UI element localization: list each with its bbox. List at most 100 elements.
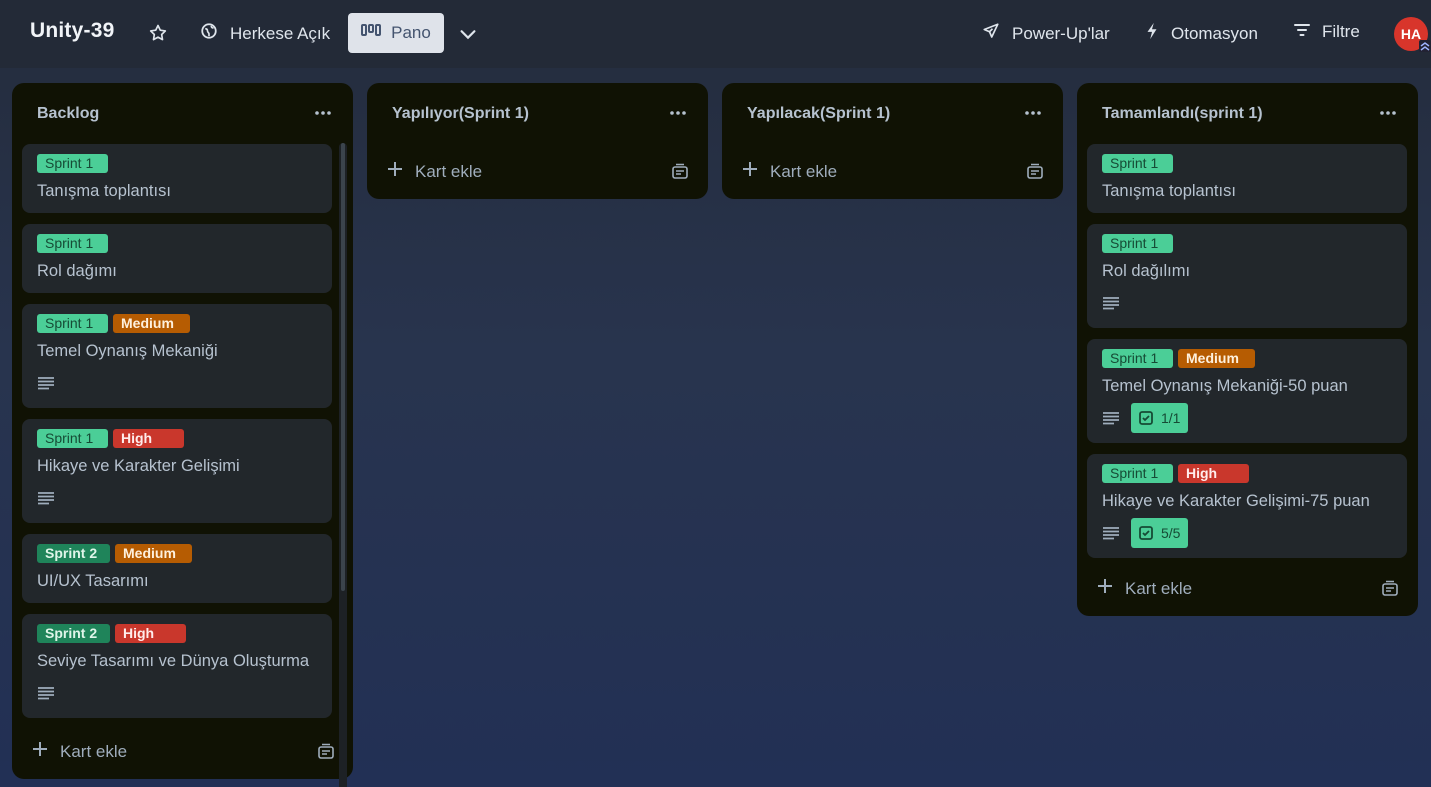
card-title: Hikaye ve Karakter Gelişimi	[37, 457, 240, 475]
board-view-button[interactable]: Pano	[348, 13, 444, 53]
add-card-button[interactable]: Kart ekle	[742, 161, 837, 182]
globe-icon	[200, 22, 218, 45]
label-sprint-2[interactable]: Sprint 2	[37, 624, 110, 643]
add-card-button[interactable]: Kart ekle	[387, 161, 482, 182]
avatar[interactable]: HA	[1394, 17, 1431, 52]
checklist-count: 5/5	[1161, 525, 1181, 541]
label-sprint-1[interactable]: Sprint 1	[1102, 464, 1173, 483]
more-icon	[315, 111, 331, 115]
card-title: UI/UX Tasarımı	[37, 572, 149, 590]
board-view-icon	[361, 23, 382, 43]
checklist-count: 1/1	[1161, 410, 1181, 426]
filter-label: Filtre	[1322, 22, 1360, 41]
list-menu-button[interactable]	[313, 103, 333, 123]
checkbox-icon	[1139, 411, 1153, 425]
description-icon	[1103, 527, 1119, 540]
plus-icon	[1097, 578, 1113, 599]
plus-icon	[742, 161, 758, 182]
label-high[interactable]: High	[113, 429, 184, 448]
rocket-icon	[982, 22, 1000, 45]
card-title: Hikaye ve Karakter Gelişimi-75 puan	[1102, 492, 1370, 510]
card-title: Rol dağımı	[37, 262, 117, 280]
list-in-progress: Yapılıyor(Sprint 1) Kart ekle	[367, 83, 708, 199]
create-from-template-icon[interactable]	[1026, 163, 1044, 181]
add-card-button[interactable]: Kart ekle	[32, 741, 127, 762]
list-title[interactable]: Yapılıyor(Sprint 1)	[392, 105, 529, 123]
label-medium[interactable]: Medium	[1178, 349, 1255, 368]
add-card-label: Kart ekle	[415, 161, 483, 181]
checkbox-icon	[1139, 526, 1153, 540]
card[interactable]: Sprint 1 Medium Temel Oynanış Mekaniği	[22, 304, 332, 408]
visibility-label: Herkese Açık	[230, 23, 331, 43]
list-menu-button[interactable]	[1023, 103, 1043, 123]
more-icon	[1380, 111, 1396, 115]
filter-button[interactable]: Filtre	[1294, 22, 1360, 42]
label-sprint-1[interactable]: Sprint 1	[37, 314, 108, 333]
list-done: Tamamlandı(sprint 1) Sprint 1 Tanışma to…	[1077, 83, 1418, 616]
label-sprint-1[interactable]: Sprint 1	[37, 234, 108, 253]
list-menu-button[interactable]	[668, 103, 688, 123]
create-from-template-icon[interactable]	[317, 743, 335, 761]
list-title[interactable]: Tamamlandı(sprint 1)	[1102, 105, 1263, 123]
card-title: Rol dağılımı	[1102, 262, 1191, 280]
lightning-icon	[1145, 22, 1159, 45]
star-button[interactable]	[148, 22, 170, 44]
list-backlog: Backlog Sprint 1 Tanışma toplantısı Spri…	[12, 83, 353, 787]
label-medium[interactable]: Medium	[115, 544, 192, 563]
avatar-initials: HA	[1400, 26, 1422, 42]
card[interactable]: Sprint 1 Tanışma toplantısı	[22, 144, 332, 213]
view-switcher-button[interactable]	[457, 23, 479, 45]
checklist-badge: 5/5	[1131, 518, 1189, 548]
label-sprint-1[interactable]: Sprint 1	[37, 429, 108, 448]
description-icon	[1103, 412, 1119, 425]
card[interactable]: Sprint 1 Tanışma toplantısı	[1087, 144, 1407, 213]
description-icon	[1103, 297, 1119, 310]
label-high[interactable]: High	[115, 624, 186, 643]
description-icon	[38, 492, 54, 505]
board-view-label: Pano	[391, 23, 431, 42]
add-card-label: Kart ekle	[770, 161, 838, 181]
card[interactable]: Sprint 2 High Seviye Tasarımı ve Dünya O…	[22, 614, 332, 718]
powerups-label: Power-Up'lar	[1012, 23, 1110, 43]
card-title: Tanışma toplantısı	[1102, 182, 1236, 200]
admin-chevron-icon	[1419, 40, 1431, 52]
label-high[interactable]: High	[1178, 464, 1249, 483]
add-card-label: Kart ekle	[60, 741, 128, 761]
create-from-template-icon[interactable]	[671, 163, 689, 181]
board-header: Unity-39 Herkese Açık Pano Power-Up'lar …	[0, 0, 1431, 68]
powerups-button[interactable]: Power-Up'lar	[982, 22, 1110, 45]
card[interactable]: Sprint 1 Medium Temel Oynanış Mekaniği-5…	[1087, 339, 1407, 443]
visibility-button[interactable]: Herkese Açık	[200, 22, 330, 45]
card-title: Seviye Tasarımı ve Dünya Oluşturma	[37, 652, 310, 670]
label-sprint-1[interactable]: Sprint 1	[1102, 154, 1173, 173]
list-title[interactable]: Yapılacak(Sprint 1)	[747, 105, 890, 123]
label-sprint-1[interactable]: Sprint 1	[37, 154, 108, 173]
more-icon	[1025, 111, 1041, 115]
card[interactable]: Sprint 1 High Hikaye ve Karakter Gelişim…	[1087, 454, 1407, 558]
automation-button[interactable]: Otomasyon	[1145, 22, 1258, 45]
list-menu-button[interactable]	[1378, 103, 1398, 123]
more-icon	[670, 111, 686, 115]
list-scrollbar-thumb[interactable]	[341, 143, 345, 591]
card[interactable]: Sprint 2 Medium UI/UX Tasarımı	[22, 534, 332, 603]
card-title: Tanışma toplantısı	[37, 182, 171, 200]
label-sprint-1[interactable]: Sprint 1	[1102, 234, 1173, 253]
label-sprint-2[interactable]: Sprint 2	[37, 544, 110, 563]
card[interactable]: Sprint 1 Rol dağımı	[22, 224, 332, 293]
board-title[interactable]: Unity-39	[30, 19, 114, 43]
label-medium[interactable]: Medium	[113, 314, 190, 333]
plus-icon	[387, 161, 403, 182]
chevron-down-icon	[460, 30, 476, 40]
card[interactable]: Sprint 1 Rol dağılımı	[1087, 224, 1407, 328]
create-from-template-icon[interactable]	[1381, 580, 1399, 598]
label-sprint-1[interactable]: Sprint 1	[1102, 349, 1173, 368]
card-title: Temel Oynanış Mekaniği	[37, 342, 218, 360]
filter-icon	[1294, 22, 1310, 42]
card[interactable]: Sprint 1 High Hikaye ve Karakter Gelişim…	[22, 419, 332, 523]
list-title[interactable]: Backlog	[37, 105, 99, 123]
add-card-button[interactable]: Kart ekle	[1097, 578, 1192, 599]
add-card-label: Kart ekle	[1125, 578, 1193, 598]
checklist-badge: 1/1	[1131, 403, 1189, 433]
star-icon	[149, 24, 167, 41]
description-icon	[38, 377, 54, 390]
